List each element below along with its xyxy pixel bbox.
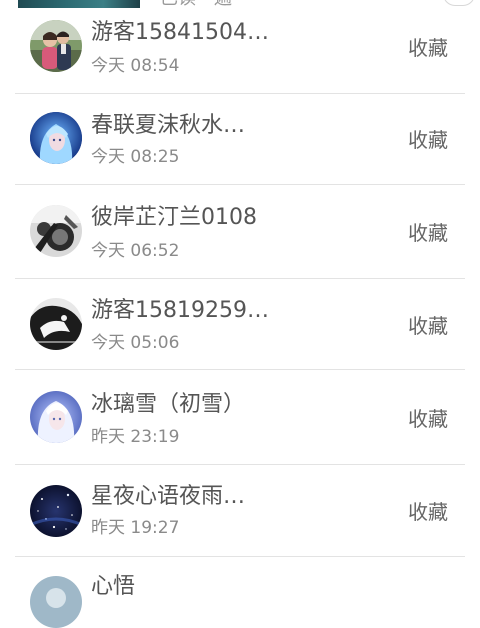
- list-divider: [15, 556, 465, 557]
- user-name: 星夜心语夜雨…: [91, 484, 246, 509]
- previous-item-button[interactable]: [443, 0, 475, 6]
- favorite-button[interactable]: 收藏: [408, 314, 448, 338]
- timestamp: 今天 08:25: [91, 147, 180, 167]
- list-divider: [15, 93, 465, 94]
- user-avatar[interactable]: [30, 205, 82, 257]
- user-name: 游客15819259…: [91, 298, 269, 323]
- timestamp: 昨天 19:27: [91, 518, 180, 538]
- user-avatar[interactable]: [30, 112, 82, 164]
- previous-item-thumbnail: [18, 0, 140, 8]
- timestamp: 昨天 23:19: [91, 427, 180, 447]
- list-divider: [15, 184, 465, 185]
- timestamp: 今天 08:54: [91, 56, 180, 76]
- timestamp: 今天 05:06: [91, 333, 180, 353]
- user-avatar[interactable]: [30, 20, 82, 72]
- previous-item-text: 已读一遍: [160, 0, 232, 8]
- favorite-button[interactable]: 收藏: [408, 221, 448, 245]
- user-name: 游客15841504…: [91, 20, 269, 45]
- previous-list-item-partial: 已读一遍: [0, 0, 480, 9]
- user-avatar[interactable]: [30, 391, 82, 443]
- list-divider: [15, 464, 465, 465]
- user-name: 心悟: [91, 574, 136, 599]
- timestamp: 今天 06:52: [91, 241, 180, 261]
- favorite-button[interactable]: 收藏: [408, 128, 448, 152]
- user-avatar[interactable]: [30, 485, 82, 537]
- favorite-button[interactable]: 收藏: [408, 36, 448, 60]
- user-name: 冰璃雪（初雪）: [91, 392, 246, 417]
- list-divider: [15, 369, 465, 370]
- user-name: 彼岸芷汀兰0108: [91, 205, 257, 230]
- user-name: 春联夏沫秋水…: [91, 113, 246, 138]
- user-avatar[interactable]: [30, 298, 82, 350]
- favorite-button[interactable]: 收藏: [408, 407, 448, 431]
- favorite-button[interactable]: 收藏: [408, 500, 448, 524]
- list-divider: [15, 278, 465, 279]
